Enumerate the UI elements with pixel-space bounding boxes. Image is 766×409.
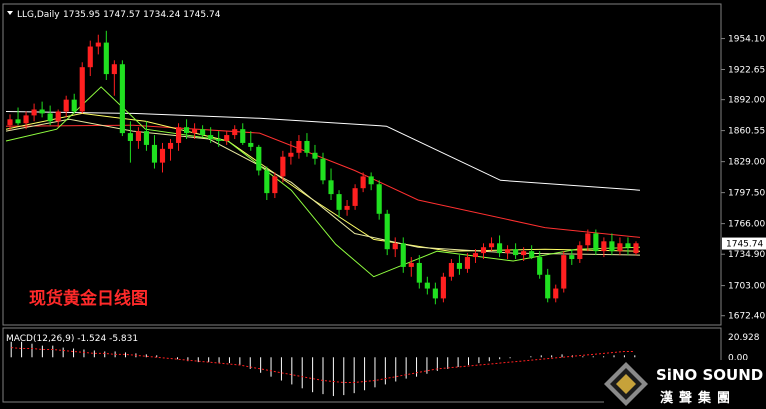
price-tick-label: 1892.00: [728, 96, 765, 106]
logo-name-en: SiNO SOUND: [656, 366, 763, 384]
candle: [432, 282, 438, 305]
moving-average-line: [5, 118, 641, 256]
candle: [103, 30, 109, 80]
candle: [240, 123, 246, 145]
candle: [464, 253, 471, 273]
macd-histogram: [10, 341, 636, 397]
candle: [416, 255, 422, 289]
price-axis: 1954.10 1922.65 1892.00 1860.55 1829.00 1797.…: [721, 35, 765, 322]
candle: [545, 268, 551, 303]
candle: [248, 131, 254, 151]
price-tick-label: 1672.40: [728, 312, 765, 322]
gold-daily-chart[interactable]: LLG,Daily 1735.95 1747.57 1734.24 1745.7…: [0, 0, 766, 409]
candle: [344, 200, 350, 216]
candle: [39, 101, 45, 118]
last-price-badge: 1745.74: [722, 237, 766, 250]
candle: [529, 245, 535, 260]
candle: [232, 125, 238, 140]
ohlc-header: 1735.95 1747.57 1734.24 1745.74: [63, 10, 221, 20]
candle: [352, 184, 358, 210]
candle: [392, 237, 398, 258]
candle: [513, 243, 519, 260]
candle: [87, 40, 93, 77]
candle: [488, 237, 495, 252]
candle: [256, 144, 262, 176]
candle: [135, 127, 141, 149]
price-tick-label: 1829.00: [728, 158, 765, 168]
candle: [553, 284, 559, 303]
candle: [127, 121, 133, 163]
candle: [55, 109, 61, 128]
candle: [151, 135, 158, 169]
candle: [175, 123, 182, 151]
candle: [296, 135, 302, 159]
candle: [111, 60, 117, 96]
last-price-text: 1745.74: [726, 240, 763, 250]
candle: [577, 241, 583, 263]
candle: [79, 62, 85, 114]
candle: [561, 251, 567, 293]
dropdown-triangle-icon[interactable]: [7, 11, 13, 15]
candle: [304, 133, 310, 157]
logo-name-cn: 漢聲集團: [660, 390, 736, 406]
overlay-title: 现货黄金日线图: [29, 288, 148, 309]
candle: [63, 95, 69, 118]
candles: [7, 30, 639, 305]
candle: [633, 241, 639, 256]
candle: [585, 229, 591, 252]
candle: [456, 255, 462, 275]
candle: [448, 259, 454, 281]
price-tick-label: 1703.00: [728, 282, 765, 292]
candle: [224, 131, 230, 145]
candle: [609, 233, 615, 256]
price-tick-label: 1860.55: [728, 127, 765, 137]
price-tick-label: 1766.00: [728, 220, 765, 230]
candle: [440, 272, 446, 303]
candle: [368, 172, 374, 191]
candle: [569, 249, 575, 265]
candle: [119, 60, 125, 137]
candle: [336, 190, 342, 218]
macd-label: MACD(12,26,9) -1.524 -5.831: [6, 334, 138, 344]
price-tick-label: 1922.65: [728, 66, 765, 76]
candle: [71, 93, 77, 114]
price-tick-label: 1734.90: [728, 250, 765, 260]
candle: [167, 139, 174, 161]
candle: [400, 237, 406, 273]
candle: [424, 276, 430, 295]
candle: [496, 235, 503, 258]
candle: [328, 168, 334, 201]
candle: [376, 180, 382, 220]
candle: [505, 245, 511, 260]
symbol-label: LLG,Daily: [17, 10, 60, 20]
sino-sound-logo: SiNO SOUND 漢聲集團: [604, 360, 766, 409]
candle: [15, 107, 21, 126]
candle: [95, 34, 101, 55]
price-panel-frame: [2, 3, 722, 326]
price-tick-label: 1797.50: [728, 189, 765, 199]
candle: [159, 142, 166, 173]
macd-tick-label: 20.928: [728, 333, 760, 343]
candle: [408, 257, 414, 277]
candle: [617, 237, 623, 256]
candle: [31, 103, 37, 122]
candle: [384, 209, 390, 256]
candle: [264, 166, 270, 201]
price-tick-label: 1954.10: [728, 35, 765, 45]
candle: [625, 237, 631, 256]
candle: [312, 144, 318, 165]
